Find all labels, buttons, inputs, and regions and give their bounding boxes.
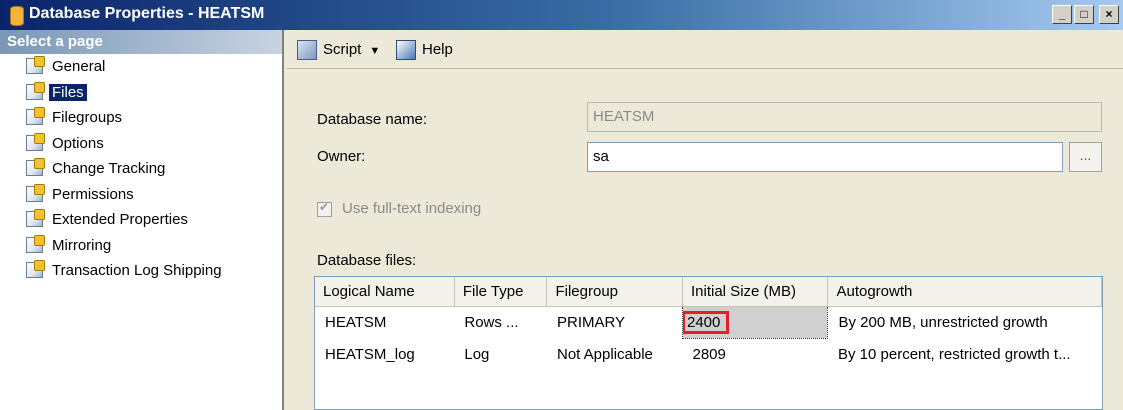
maximize-button[interactable]: □: [1074, 5, 1094, 24]
column-header-filegroup[interactable]: Filegroup: [546, 277, 683, 307]
close-button[interactable]: ×: [1099, 5, 1119, 24]
sidebar-item-label: Mirroring: [52, 236, 112, 254]
database-name-field: HEATSM: [587, 102, 1102, 132]
sidebar-item-label: Transaction Log Shipping: [52, 262, 222, 279]
page-icon: [26, 81, 45, 100]
sidebar-item-transaction-log-shipping[interactable]: Transaction Log Shipping: [0, 258, 282, 284]
cell-autogrowth[interactable]: By 200 MB, unrestricted growth: [828, 307, 1102, 339]
sidebar-item-label: Extended Properties: [52, 211, 188, 228]
page-icon: [26, 260, 45, 278]
cell-logical-name[interactable]: HEATSM_log: [315, 339, 454, 371]
sidebar-item-general[interactable]: General: [0, 54, 282, 80]
sidebar-item-files[interactable]: Files: [0, 80, 282, 106]
sidebar-item-mirroring[interactable]: Mirroring: [0, 233, 282, 259]
checkbox-icon: [317, 200, 332, 217]
page-icon: [26, 183, 45, 202]
cell-filegroup[interactable]: PRIMARY: [547, 307, 683, 339]
column-header-logical-name[interactable]: Logical Name: [315, 277, 455, 307]
window-title: Database Properties - HEATSM: [29, 5, 265, 22]
cell-initial-size[interactable]: 2809: [683, 339, 828, 371]
window-controls: _ □ ×: [1052, 5, 1119, 24]
help-label: Help: [422, 41, 453, 58]
cell-file-type[interactable]: Rows ...: [454, 307, 547, 339]
database-files-grid[interactable]: Logical Name File Type Filegroup Initial…: [314, 276, 1103, 410]
select-page-header: Select a page: [0, 30, 282, 54]
sidebar-item-change-tracking[interactable]: Change Tracking: [0, 156, 282, 182]
page-icon: [26, 209, 45, 227]
column-header-file-type[interactable]: File Type: [454, 277, 548, 307]
properties-pane: Script ▼ Help Database name: HEATSM Owner…: [287, 30, 1123, 410]
fulltext-indexing-checkbox: Use full-text indexing: [317, 200, 481, 217]
sidebar-item-label: Options: [52, 134, 104, 152]
table-row[interactable]: HEATSM Rows ... PRIMARY 2400 By 200 MB, …: [315, 306, 1102, 339]
sidebar-item-permissions[interactable]: Permissions: [0, 182, 282, 208]
sidebar-item-label: Change Tracking: [52, 160, 166, 177]
owner-field[interactable]: sa: [587, 142, 1063, 172]
minimize-button[interactable]: _: [1052, 5, 1072, 24]
help-icon: [396, 40, 416, 61]
page-icon: [26, 107, 45, 125]
database-icon: [10, 6, 24, 26]
table-row[interactable]: HEATSM_log Log Not Applicable 2809 By 10…: [315, 339, 1102, 371]
column-header-autogrowth[interactable]: Autogrowth: [827, 277, 1102, 307]
grid-header-row: Logical Name File Type Filegroup Initial…: [315, 277, 1102, 307]
chevron-down-icon[interactable]: ▼: [369, 39, 380, 63]
cell-logical-name[interactable]: HEATSM: [315, 307, 454, 339]
database-name-label: Database name:: [317, 111, 428, 128]
sidebar-item-options[interactable]: Options: [0, 131, 282, 157]
sidebar-item-extended-properties[interactable]: Extended Properties: [0, 207, 282, 233]
fulltext-label: Use full-text indexing: [342, 200, 482, 217]
cell-autogrowth[interactable]: By 10 percent, restricted growth t...: [828, 339, 1102, 371]
column-header-initial-size[interactable]: Initial Size (MB): [682, 277, 829, 307]
owner-label: Owner:: [317, 148, 366, 165]
toolbar: Script ▼ Help: [287, 30, 1123, 69]
script-label: Script: [323, 41, 362, 58]
sidebar-item-label: Files: [49, 83, 87, 101]
cell-file-type[interactable]: Log: [454, 339, 547, 371]
sidebar-item-filegroups[interactable]: Filegroups: [0, 105, 282, 131]
page-icon: [26, 56, 45, 74]
page-icon: [26, 234, 45, 253]
initial-size-highlight: 2400: [683, 311, 730, 334]
sidebar-item-label: Permissions: [52, 185, 134, 203]
cell-filegroup[interactable]: Not Applicable: [547, 339, 683, 371]
help-button[interactable]: Help: [396, 38, 453, 62]
script-button[interactable]: Script ▼: [297, 38, 380, 62]
page-icon: [26, 132, 45, 151]
database-properties-window: Database Properties - HEATSM _ □ × Selec…: [0, 0, 1123, 410]
page-selector-pane: Select a page General Files Filegroups O…: [0, 30, 284, 410]
database-files-label: Database files:: [317, 252, 417, 269]
page-list: General Files Filegroups Options Change …: [0, 54, 282, 284]
sidebar-item-label: Filegroups: [52, 109, 123, 126]
cell-initial-size[interactable]: 2400: [681, 306, 829, 339]
sidebar-item-label: General: [52, 58, 106, 75]
page-icon: [26, 158, 45, 176]
browse-owner-button[interactable]: ...: [1069, 142, 1102, 172]
title-bar[interactable]: Database Properties - HEATSM _ □ ×: [0, 0, 1123, 30]
script-icon: [297, 40, 317, 61]
